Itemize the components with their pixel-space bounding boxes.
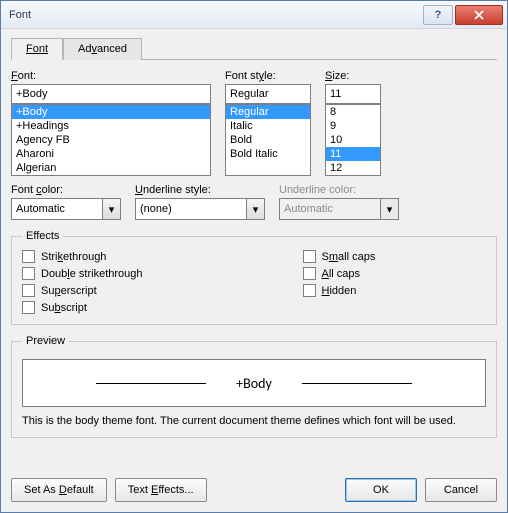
- underline-style-combo[interactable]: ▾: [135, 198, 265, 220]
- list-item[interactable]: +Headings: [12, 119, 210, 133]
- list-item[interactable]: Bold Italic: [226, 147, 310, 161]
- text-effects-button[interactable]: Text Effects...: [115, 478, 207, 502]
- preview-group: Preview +Body This is the body theme fon…: [11, 335, 497, 438]
- list-item[interactable]: Regular: [226, 105, 310, 119]
- font-dialog: Font ? Font Advanced Font: +Body +Headin…: [0, 0, 508, 513]
- underline-style-value[interactable]: [135, 198, 247, 220]
- font-style-label: Font style:: [225, 70, 311, 82]
- preview-sample-text: +Body: [236, 375, 272, 392]
- tab-strip: Font Advanced: [11, 37, 497, 60]
- size-listbox[interactable]: 8 9 10 11 12: [325, 104, 381, 176]
- button-bar: Set As Default Text Effects... OK Cancel: [11, 478, 497, 502]
- list-item[interactable]: 8: [326, 105, 380, 119]
- effects-legend: Effects: [22, 230, 63, 242]
- list-item[interactable]: 11: [326, 147, 380, 161]
- list-item[interactable]: 12: [326, 161, 380, 175]
- size-input[interactable]: [325, 84, 381, 104]
- list-item[interactable]: 9: [326, 119, 380, 133]
- preview-line: [96, 383, 206, 384]
- list-item[interactable]: 10: [326, 133, 380, 147]
- chevron-down-icon: ▾: [381, 198, 399, 220]
- cancel-button[interactable]: Cancel: [425, 478, 497, 502]
- underline-color-value: [279, 198, 381, 220]
- close-button[interactable]: [455, 5, 503, 25]
- chevron-down-icon[interactable]: ▾: [247, 198, 265, 220]
- double-strikethrough-checkbox[interactable]: Double strikethrough: [22, 267, 143, 280]
- font-style-input[interactable]: [225, 84, 311, 104]
- tab-advanced[interactable]: Advanced: [63, 38, 142, 60]
- preview-note: This is the body theme font. The current…: [22, 415, 486, 427]
- font-color-label: Font color:: [11, 184, 121, 196]
- subscript-checkbox[interactable]: Subscript: [22, 301, 143, 314]
- tab-font[interactable]: Font: [11, 38, 63, 60]
- underline-color-label: Underline color:: [279, 184, 399, 196]
- list-item[interactable]: Algerian: [12, 161, 210, 175]
- preview-line: [302, 383, 412, 384]
- underline-style-label: Underline style:: [135, 184, 265, 196]
- font-style-listbox[interactable]: Regular Italic Bold Bold Italic: [225, 104, 311, 176]
- superscript-checkbox[interactable]: Superscript: [22, 284, 143, 297]
- client-area: Font Advanced Font: +Body +Headings Agen…: [1, 29, 507, 512]
- ok-button[interactable]: OK: [345, 478, 417, 502]
- set-as-default-button[interactable]: Set As Default: [11, 478, 107, 502]
- font-listbox[interactable]: +Body +Headings Agency FB Aharoni Algeri…: [11, 104, 211, 176]
- list-item[interactable]: Italic: [226, 119, 310, 133]
- font-row: Font: +Body +Headings Agency FB Aharoni …: [11, 70, 497, 176]
- font-input[interactable]: [11, 84, 211, 104]
- help-button[interactable]: ?: [423, 5, 453, 25]
- list-item[interactable]: +Body: [12, 105, 210, 119]
- hidden-checkbox[interactable]: Hidden: [303, 284, 376, 297]
- all-caps-checkbox[interactable]: All caps: [303, 267, 376, 280]
- effects-group: Effects Strikethrough Double strikethrou…: [11, 230, 497, 325]
- font-color-combo[interactable]: ▾: [11, 198, 121, 220]
- small-caps-checkbox[interactable]: Small caps: [303, 250, 376, 263]
- chevron-down-icon[interactable]: ▾: [103, 198, 121, 220]
- titlebar: Font ?: [1, 1, 507, 29]
- font-label: Font:: [11, 70, 211, 82]
- list-item[interactable]: Aharoni: [12, 147, 210, 161]
- underline-color-combo: ▾: [279, 198, 399, 220]
- list-item[interactable]: Bold: [226, 133, 310, 147]
- font-color-value[interactable]: [11, 198, 103, 220]
- size-label: Size:: [325, 70, 381, 82]
- preview-legend: Preview: [22, 335, 69, 347]
- strikethrough-checkbox[interactable]: Strikethrough: [22, 250, 143, 263]
- list-item[interactable]: Agency FB: [12, 133, 210, 147]
- preview-box: +Body: [22, 359, 486, 407]
- dialog-title: Font: [9, 9, 423, 21]
